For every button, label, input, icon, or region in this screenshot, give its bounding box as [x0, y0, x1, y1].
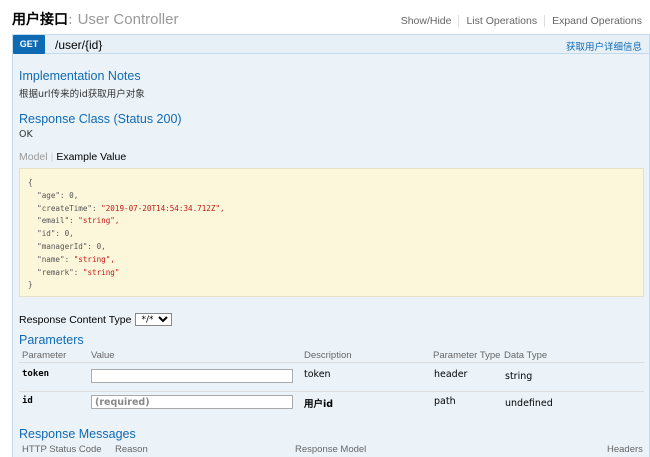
id-input[interactable] — [91, 395, 293, 409]
parameters-heading: Parameters — [19, 333, 84, 347]
param-description: 用户id — [304, 399, 334, 410]
param-header-divider — [19, 362, 644, 363]
tab-example-value[interactable]: Example Value — [56, 151, 126, 163]
resp-col-status-code: HTTP Status Code — [22, 444, 102, 455]
json-line: "name": "string", — [28, 254, 115, 264]
implementation-notes-text: 根据url传来的id获取用户对象 — [19, 89, 145, 100]
param-col-data-type: Data Type — [504, 350, 548, 361]
param-col-value: Value — [91, 350, 115, 361]
endpoint-path[interactable]: /user/{id} — [55, 38, 102, 52]
tab-model[interactable]: Model — [19, 151, 48, 163]
json-line: "age": 0, — [28, 190, 79, 200]
operations-bar: Show/Hide List Operations Expand Operati… — [394, 15, 642, 27]
param-name: token — [22, 369, 50, 379]
json-line: "remark": "string" — [28, 267, 120, 277]
param-col-description: Description — [304, 350, 352, 361]
json-line: } — [28, 280, 33, 290]
param-name: id — [22, 396, 33, 406]
json-line: "email": "string", — [28, 216, 120, 226]
controller-title-separator: : — [68, 12, 73, 28]
tab-separator: | — [50, 151, 54, 163]
response-content-type-label: Response Content Type — [19, 313, 132, 326]
endpoint-heading[interactable]: GET /user/{id} 获取用户详细信息 — [13, 35, 649, 54]
resp-col-response-model: Response Model — [295, 444, 367, 455]
resp-col-reason: Reason — [115, 444, 148, 455]
response-messages-heading: Response Messages — [19, 427, 136, 441]
param-type: header — [434, 369, 468, 380]
param-description: token — [304, 369, 331, 380]
param-data-type: string — [505, 371, 533, 382]
endpoint-summary[interactable]: 获取用户详细信息 — [566, 39, 642, 53]
response-class-heading: Response Class (Status 200) — [19, 112, 182, 126]
model-tabs: Model | Example Value — [19, 151, 126, 163]
response-content-type-select[interactable]: */* — [135, 313, 173, 326]
json-line: "id": 0, — [28, 229, 74, 239]
http-method-badge[interactable]: GET — [13, 35, 45, 54]
param-data-type: undefined — [505, 398, 553, 409]
response-content-type: Response Content Type */* — [19, 313, 173, 326]
token-input[interactable] — [91, 369, 293, 383]
show-hide-link[interactable]: Show/Hide — [394, 15, 459, 27]
param-row-divider — [19, 391, 644, 392]
expand-operations-link[interactable]: Expand Operations — [544, 15, 642, 27]
controller-title-cn: 用户接口 — [12, 12, 68, 28]
example-value-snippet[interactable]: { "age": 0, "createTime": "2019-07-20T14… — [19, 168, 644, 297]
param-col-parameter: Parameter — [22, 350, 67, 361]
response-class-value: OK — [19, 129, 33, 140]
endpoint-panel: GET /user/{id} 获取用户详细信息 Implementation N… — [12, 34, 650, 457]
controller-title[interactable]: 用户接口: User Controller — [12, 9, 178, 29]
implementation-notes-heading: Implementation Notes — [19, 69, 141, 83]
json-line: "createTime": "2019-07-20T14:54:34.712Z"… — [28, 203, 225, 213]
resp-col-headers: Headers — [607, 444, 643, 455]
list-operations-link[interactable]: List Operations — [458, 15, 544, 27]
controller-header: 用户接口: User Controller Show/Hide List Ope… — [0, 0, 650, 34]
json-line: "managerId": 0, — [28, 241, 106, 251]
json-line: { — [28, 178, 33, 187]
param-type: path — [434, 396, 456, 407]
param-col-parameter-type: Parameter Type — [433, 350, 501, 361]
controller-name: User Controller — [77, 11, 179, 28]
